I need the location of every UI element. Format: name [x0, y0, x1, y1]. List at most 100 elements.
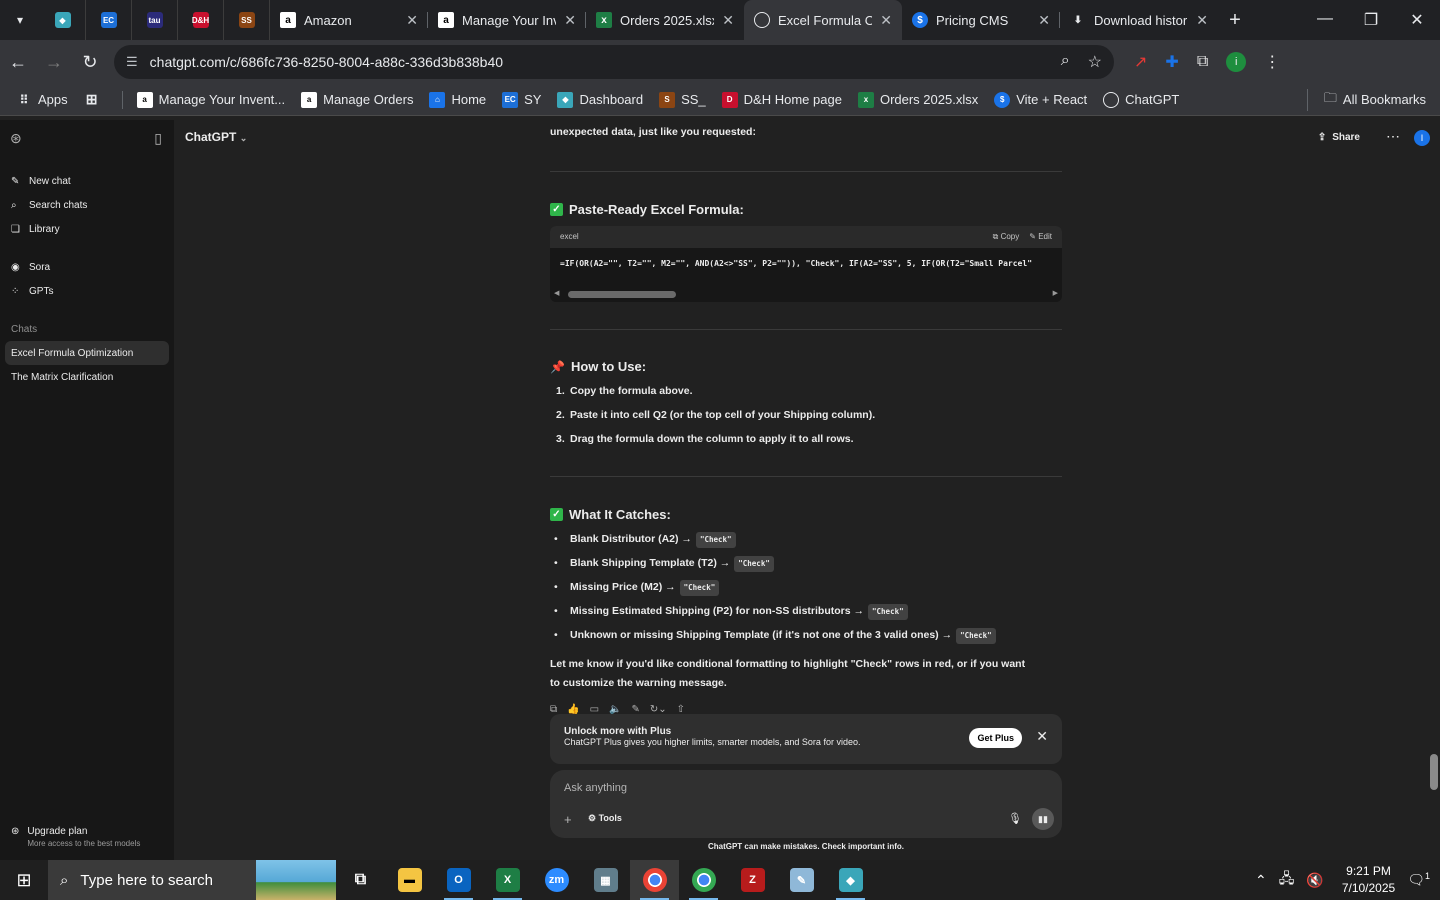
- pinned-tab-4[interactable]: D&H: [178, 0, 224, 40]
- user-avatar[interactable]: I: [1414, 130, 1430, 146]
- sidebar-item-sora[interactable]: ◉ Sora: [0, 255, 174, 279]
- bookmark-manage-orders[interactable]: a Manage Orders: [301, 91, 413, 108]
- sidebar-item-search[interactable]: ⌕ Search chats: [0, 193, 174, 217]
- notepad-icon[interactable]: ✎: [777, 860, 826, 900]
- forward-arrow-icon[interactable]: →: [36, 52, 72, 73]
- microphone-icon[interactable]: 🎙: [1008, 812, 1022, 825]
- extension-arrow-icon[interactable]: ↗: [1134, 52, 1147, 72]
- chat-matrix-clarification[interactable]: The Matrix Clarification: [0, 365, 174, 389]
- chrome-taskbar-icon-2[interactable]: [679, 860, 728, 900]
- plus-icon[interactable]: +: [564, 812, 572, 827]
- bookmark-ss[interactable]: S SS_: [659, 91, 706, 108]
- copy-code-button[interactable]: ⧉ Copy: [993, 231, 1020, 243]
- calculator-icon[interactable]: ▦: [581, 860, 630, 900]
- new-tab-button[interactable]: +: [1218, 9, 1252, 32]
- browser-menu-icon[interactable]: ⋮: [1264, 52, 1280, 72]
- ask-anything-input[interactable]: Ask anything: [564, 782, 627, 794]
- excel-taskbar-icon[interactable]: X: [483, 860, 532, 900]
- message-composer[interactable]: Ask anything + ⚙ Tools 🎙 ▮▮: [550, 770, 1062, 838]
- amazon-icon: a: [438, 12, 454, 28]
- chrome-taskbar-icon[interactable]: [630, 860, 679, 900]
- file-explorer-icon[interactable]: ▬: [385, 860, 434, 900]
- bookmark-chatgpt[interactable]: ChatGPT: [1103, 91, 1179, 108]
- more-options-icon[interactable]: ⋯: [1386, 128, 1400, 145]
- zoom-icon[interactable]: ⌕: [1061, 52, 1070, 72]
- pinned-tab-2[interactable]: EC: [86, 0, 132, 40]
- filezilla-icon[interactable]: Z: [728, 860, 777, 900]
- clock[interactable]: 9:21 PM 7/10/2025: [1342, 863, 1395, 897]
- model-selector[interactable]: ChatGPT ⌄: [185, 130, 247, 144]
- app-diamond-icon[interactable]: ◆: [826, 860, 875, 900]
- taskbar-search[interactable]: ⌕ Type here to search: [48, 860, 336, 900]
- volume-muted-icon[interactable]: 🔇: [1306, 872, 1323, 889]
- close-icon[interactable]: ✕: [722, 12, 734, 29]
- bookmark-vite-react[interactable]: $ Vite + React: [994, 91, 1087, 108]
- site-info-icon[interactable]: ☰: [126, 54, 138, 70]
- pinned-tab-5[interactable]: SS: [224, 0, 270, 40]
- tab-pricing-cms[interactable]: $ Pricing CMS ✕: [902, 0, 1060, 40]
- upgrade-plan[interactable]: ⊛ Upgrade plan More access to the best mo…: [11, 826, 140, 848]
- openai-logo-icon[interactable]: ⊛: [10, 130, 22, 147]
- chevron-down-icon: ⌄: [239, 133, 248, 143]
- minimize-icon[interactable]: —: [1302, 10, 1348, 30]
- address-bar[interactable]: ☰ chatgpt.com/c/686fc736-8250-8004-a88c-…: [114, 45, 1114, 79]
- sidebar-item-library[interactable]: ❏ Library: [0, 217, 174, 241]
- edit-label: Edit: [1038, 232, 1052, 241]
- outlook-icon[interactable]: O: [434, 860, 483, 900]
- network-icon[interactable]: 🖧: [1279, 868, 1295, 892]
- scroll-right-icon[interactable]: ▶: [1053, 289, 1058, 300]
- tab-download-history[interactable]: ⬇ Download histor ✕: [1060, 0, 1218, 40]
- scrollbar-thumb[interactable]: [1430, 754, 1438, 790]
- extension-puzzle-color-icon[interactable]: ✚: [1165, 52, 1178, 72]
- tools-button[interactable]: ⚙ Tools: [588, 813, 622, 824]
- tab-orders-xlsx[interactable]: x Orders 2025.xlsx ✕: [586, 0, 744, 40]
- voice-mode-icon[interactable]: ▮▮: [1032, 808, 1054, 830]
- close-window-icon[interactable]: ✕: [1394, 10, 1440, 30]
- bookmark-apps[interactable]: ⠿ Apps: [16, 92, 68, 108]
- bookmark-dashboard[interactable]: ◆ Dashboard: [557, 91, 643, 108]
- page-scrollbar[interactable]: [1430, 124, 1438, 796]
- tools-icon: ⚙: [588, 813, 599, 823]
- bookmark-star-icon[interactable]: ☆: [1088, 52, 1102, 72]
- sidebar-toggle-icon[interactable]: ▯: [154, 130, 162, 147]
- pinned-tab-3[interactable]: tau: [132, 0, 178, 40]
- share-button[interactable]: ⇪ Share: [1318, 132, 1360, 143]
- close-icon[interactable]: ✕: [1036, 728, 1048, 745]
- close-icon[interactable]: ✕: [1038, 12, 1050, 29]
- reload-icon[interactable]: ↻: [72, 52, 108, 73]
- back-arrow-icon[interactable]: ←: [0, 52, 36, 73]
- bookmark-manage-inventory[interactable]: a Manage Your Invent...: [136, 91, 285, 108]
- sidebar-item-new-chat[interactable]: ✎ New chat: [0, 169, 174, 193]
- edit-code-button[interactable]: ✎ Edit: [1029, 231, 1052, 243]
- pinned-tab-1[interactable]: ◆: [40, 0, 86, 40]
- sidebar-item-gpts[interactable]: ⁘ GPTs: [0, 279, 174, 303]
- code-scroll-thumb[interactable]: [568, 290, 676, 298]
- bookmark-orders-xlsx[interactable]: x Orders 2025.xlsx: [857, 91, 978, 108]
- restore-icon[interactable]: ❐: [1348, 10, 1394, 30]
- tab-manage-inventory[interactable]: a Manage Your Inv ✕: [428, 0, 586, 40]
- all-bookmarks[interactable]: 🗀 All Bookmarks: [1306, 88, 1426, 111]
- close-icon[interactable]: ✕: [564, 12, 576, 29]
- bookmark-grid[interactable]: ⊞: [84, 91, 106, 108]
- close-icon[interactable]: ✕: [880, 12, 892, 29]
- bookmark-sy[interactable]: EC SY: [502, 91, 541, 108]
- notification-count: 1: [1424, 871, 1430, 882]
- chat-excel-formula-optimization[interactable]: Excel Formula Optimization: [5, 341, 169, 365]
- scroll-left-icon[interactable]: ◀: [554, 289, 559, 300]
- tab-amazon[interactable]: a Amazon ✕: [270, 0, 428, 40]
- get-plus-button[interactable]: Get Plus: [969, 728, 1022, 748]
- chevron-up-icon[interactable]: ⌃: [1255, 872, 1267, 889]
- code-horizontal-scrollbar[interactable]: ◀ ▶: [554, 290, 1058, 298]
- bookmark-home[interactable]: ⌂ Home: [429, 91, 486, 108]
- tab-search-chevron-icon[interactable]: ▾: [0, 0, 40, 40]
- extensions-puzzle-icon[interactable]: ⧉: [1197, 53, 1208, 71]
- profile-avatar-icon[interactable]: i: [1226, 52, 1247, 72]
- zoom-taskbar-icon[interactable]: zm: [532, 860, 581, 900]
- notification-icon[interactable]: 🗨1: [1407, 871, 1430, 889]
- bookmark-dh-home[interactable]: D D&H Home page: [721, 91, 842, 108]
- task-view-icon[interactable]: ⧉: [336, 860, 385, 900]
- tab-excel-formula[interactable]: Excel Formula Op ✕: [744, 0, 902, 40]
- close-icon[interactable]: ✕: [406, 12, 418, 29]
- windows-start-icon[interactable]: ⊞: [0, 860, 48, 900]
- close-icon[interactable]: ✕: [1196, 12, 1208, 29]
